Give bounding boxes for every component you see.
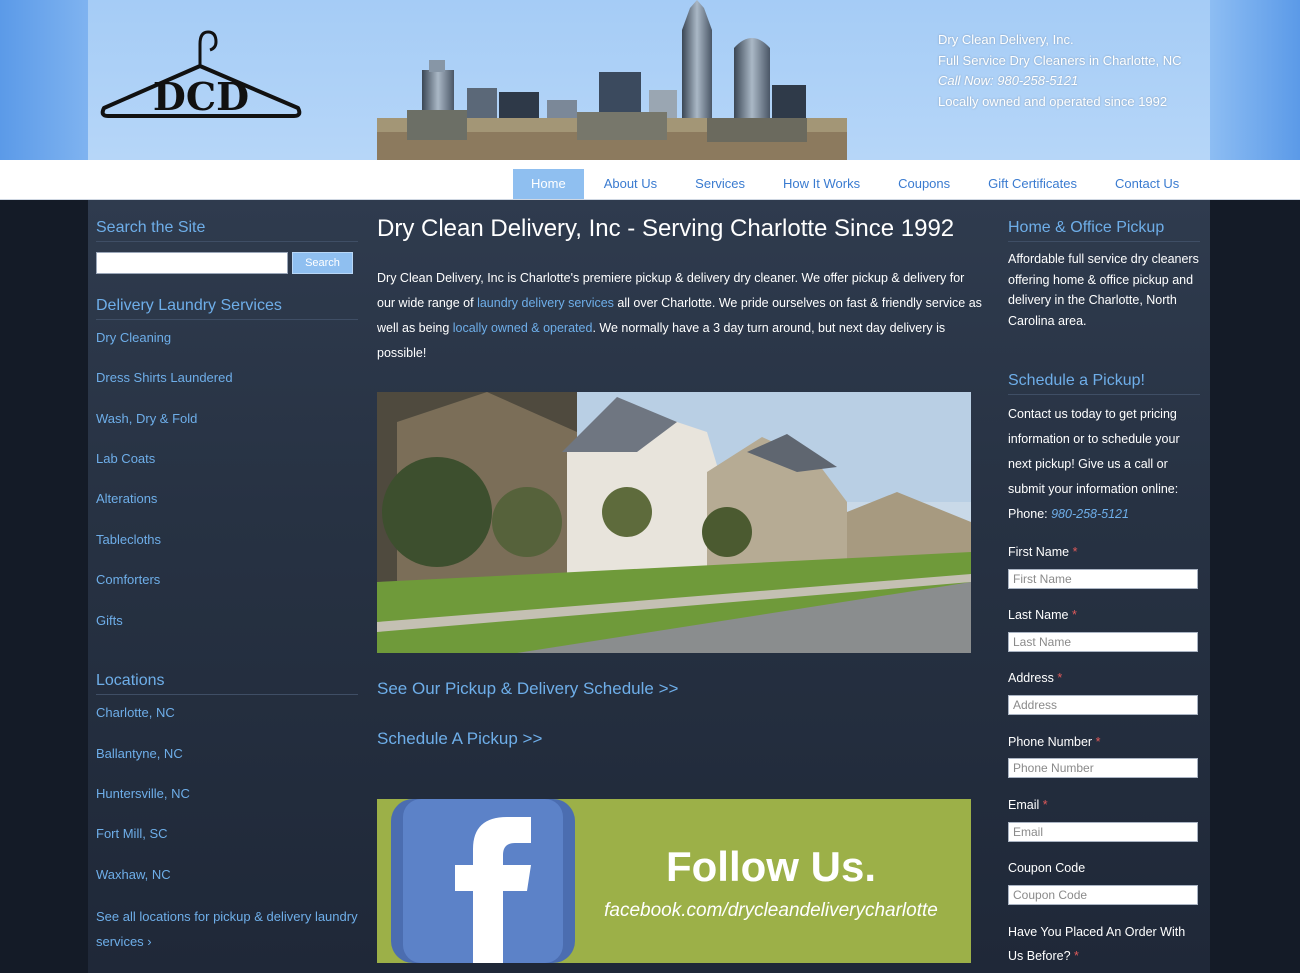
hanger-logo[interactable]: DCD — [98, 28, 303, 123]
facebook-banner[interactable]: Follow Us. facebook.com/drycleandelivery… — [377, 799, 971, 963]
service-link-comforters[interactable]: Comforters — [96, 567, 361, 592]
pickup-schedule-link[interactable]: See Our Pickup & Delivery Schedule >> — [377, 679, 678, 699]
schedule-heading: Schedule a Pickup! — [1008, 372, 1200, 395]
location-link-charlotte[interactable]: Charlotte, NC — [96, 700, 361, 725]
phone-number-label-text: Phone Number — [1008, 735, 1093, 749]
laundry-services-link[interactable]: laundry delivery services — [477, 296, 614, 310]
service-link-alterations[interactable]: Alterations — [96, 486, 361, 511]
phone-number-field[interactable] — [1008, 758, 1198, 778]
header-info: Dry Clean Delivery, Inc. Full Service Dr… — [938, 30, 1208, 112]
required-mark: * — [1074, 949, 1079, 963]
pickup-text: Affordable full service dry cleaners off… — [1008, 252, 1199, 328]
service-link-wash-dry-fold[interactable]: Wash, Dry & Fold — [96, 406, 361, 431]
services-heading: Delivery Laundry Services — [96, 297, 358, 320]
last-name-label: Last Name * — [1008, 603, 1200, 627]
since-text: Locally owned and operated since 1992 — [938, 93, 1168, 109]
required-mark: * — [1057, 671, 1063, 685]
prior-order-label-text: Have You Placed An Order With Us Before? — [1008, 925, 1186, 963]
page-gutter-left — [0, 200, 88, 973]
address-field[interactable] — [1008, 695, 1198, 715]
nav-home[interactable]: Home — [513, 169, 584, 199]
location-link-waxhaw[interactable]: Waxhaw, NC — [96, 862, 361, 887]
required-mark: * — [1042, 798, 1048, 812]
required-mark: * — [1072, 545, 1078, 559]
service-link-tablecloths[interactable]: Tablecloths — [96, 527, 361, 552]
schedule-description: Contact us today to get pricing informat… — [1008, 407, 1180, 496]
email-label-text: Email — [1008, 798, 1040, 812]
schedule-text: Contact us today to get pricing informat… — [1008, 402, 1200, 527]
search-input[interactable] — [96, 252, 288, 274]
service-link-dress-shirts[interactable]: Dress Shirts Laundered — [96, 365, 361, 390]
location-link-huntersville[interactable]: Huntersville, NC — [96, 781, 361, 806]
last-name-label-text: Last Name — [1008, 608, 1069, 622]
nav-services[interactable]: Services — [677, 169, 763, 199]
locally-owned-link[interactable]: locally owned & operated — [453, 321, 593, 335]
coupon-code-field[interactable] — [1008, 885, 1198, 905]
follow-us-text: Follow Us. — [666, 843, 876, 890]
schedule-pickup-link[interactable]: Schedule A Pickup >> — [377, 729, 542, 749]
skyline-image — [377, 0, 847, 160]
nav-gift-certificates[interactable]: Gift Certificates — [970, 169, 1095, 199]
address-label-text: Address — [1008, 671, 1054, 685]
address-label: Address * — [1008, 666, 1200, 690]
coupon-code-label: Coupon Code — [1008, 861, 1086, 875]
call-now[interactable]: Call Now: 980-258-5121 — [938, 71, 1208, 92]
company-tagline: Full Service Dry Cleaners in Charlotte, … — [938, 52, 1182, 68]
logo-text: DCD — [153, 74, 249, 119]
service-link-gifts[interactable]: Gifts — [96, 608, 361, 633]
first-name-label: First Name * — [1008, 540, 1200, 564]
nav-contact-us[interactable]: Contact Us — [1097, 169, 1197, 199]
pickup-heading: Home & Office Pickup — [1008, 219, 1200, 242]
nav-coupons[interactable]: Coupons — [880, 169, 968, 199]
location-link-ballantyne[interactable]: Ballantyne, NC — [96, 741, 361, 766]
email-label: Email * — [1008, 793, 1200, 817]
phone-link[interactable]: 980-258-5121 — [1051, 507, 1129, 521]
search-heading: Search the Site — [96, 219, 358, 242]
locations-heading: Locations — [96, 672, 358, 695]
search-button[interactable]: Search — [292, 252, 353, 274]
phone-label: Phone: — [1008, 507, 1052, 521]
first-name-field[interactable] — [1008, 569, 1198, 589]
intro-paragraph: Dry Clean Delivery, Inc is Charlotte's p… — [377, 266, 983, 366]
prior-order-label: Have You Placed An Order With Us Before?… — [1008, 920, 1200, 968]
page-title: Dry Clean Delivery, Inc - Serving Charlo… — [377, 215, 955, 242]
required-mark: * — [1071, 608, 1077, 622]
all-locations-link[interactable]: See all locations for pickup & delivery … — [96, 904, 361, 954]
phone-number-label: Phone Number * — [1008, 730, 1200, 754]
last-name-field[interactable] — [1008, 632, 1198, 652]
nav-how-it-works[interactable]: How It Works — [765, 169, 878, 199]
email-field[interactable] — [1008, 822, 1198, 842]
page-gutter-right — [1210, 200, 1300, 973]
first-name-label-text: First Name — [1008, 545, 1070, 559]
company-name: Dry Clean Delivery, Inc. — [938, 32, 1074, 47]
main-nav: Home About Us Services How It Works Coup… — [513, 169, 1199, 199]
nav-about-us[interactable]: About Us — [586, 169, 675, 199]
neighborhood-photo — [377, 392, 971, 653]
service-link-dry-cleaning[interactable]: Dry Cleaning — [96, 325, 361, 350]
location-link-fort-mill[interactable]: Fort Mill, SC — [96, 821, 361, 846]
service-link-lab-coats[interactable]: Lab Coats — [96, 446, 361, 471]
required-mark: * — [1095, 735, 1101, 749]
facebook-url-text: facebook.com/drycleandeliverycharlotte — [604, 900, 938, 921]
